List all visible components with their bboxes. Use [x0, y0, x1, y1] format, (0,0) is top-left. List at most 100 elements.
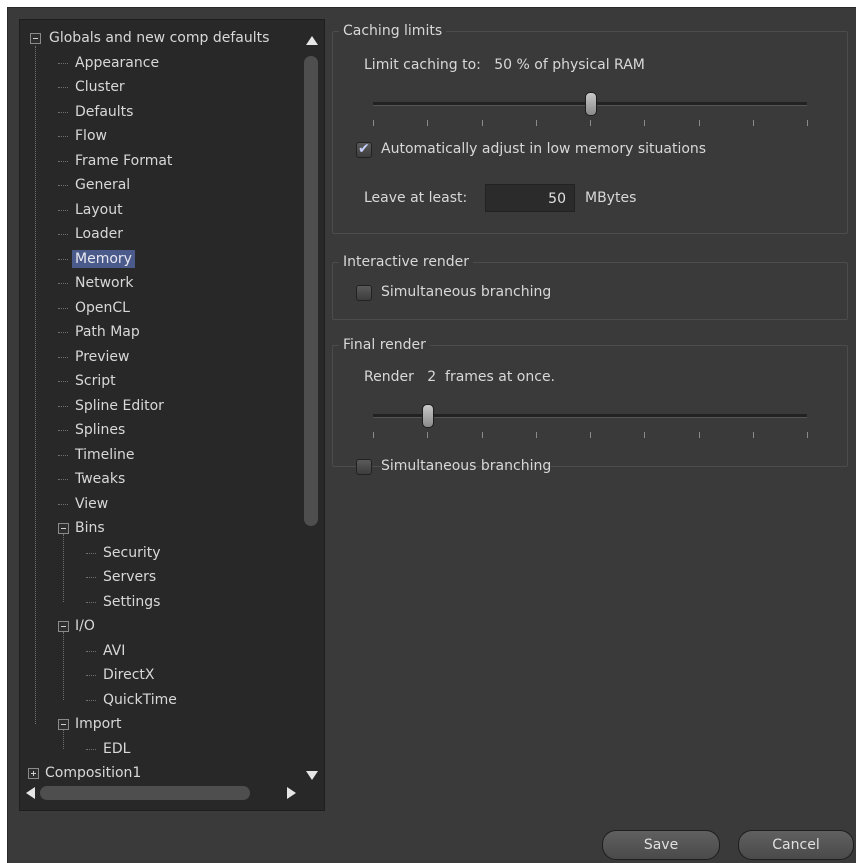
slider-tick	[373, 120, 374, 126]
tree-vertical-scrollbar[interactable]	[301, 32, 323, 782]
tree-item-splines[interactable]: Splines	[72, 419, 128, 441]
tree-item-import[interactable]: Import	[72, 713, 124, 735]
tree-item-path-map-label: Path Map	[75, 324, 140, 340]
tree-item-tweaks[interactable]: Tweaks	[72, 468, 128, 490]
vertical-scroll-thumb[interactable]	[304, 56, 318, 526]
tree-guide-line	[63, 534, 64, 602]
tree-item-flow[interactable]: Flow	[72, 125, 110, 147]
check-icon: ✔	[358, 141, 370, 157]
auto-adjust-label: Automatically adjust in low memory situa…	[381, 141, 707, 157]
tree-horizontal-scrollbar[interactable]	[22, 782, 302, 804]
tree-connector	[58, 405, 68, 407]
render-prefix: Render	[364, 369, 414, 385]
limit-caching-label: Limit caching to: 50 % of physical RAM	[364, 57, 645, 73]
tree-item-globals-label: Globals and new comp defaults	[49, 30, 270, 46]
tree-item-defaults[interactable]: Defaults	[72, 101, 136, 123]
tree-item-edl-label: EDL	[103, 740, 131, 757]
tree-connector	[58, 234, 68, 235]
tree-item-directx[interactable]: DirectX	[100, 664, 158, 686]
tree-item-quicktime[interactable]: QuickTime	[100, 689, 180, 711]
tree-item-splines-label: Splines	[75, 422, 126, 438]
collapse-icon[interactable]	[58, 523, 69, 534]
tree-item-avi[interactable]: AVI	[100, 640, 128, 662]
limit-caching-slider-thumb[interactable]	[585, 92, 597, 116]
final-render-title: Final render	[339, 335, 430, 355]
tree-connector	[58, 111, 68, 113]
interactive-render-title: Interactive render	[339, 252, 474, 272]
tree-connector	[86, 699, 96, 701]
final-branching-checkbox[interactable]	[356, 459, 372, 475]
save-button[interactable]: Save	[602, 830, 720, 860]
tree-item-network-label: Network	[75, 275, 134, 291]
tree-item-layout[interactable]: Layout	[72, 199, 126, 221]
limit-caching-prefix: Limit caching to:	[364, 57, 481, 73]
tree-item-frame-format-label: Frame Format	[75, 152, 173, 169]
caching-limits-title: Caching limits	[339, 21, 447, 41]
tree-item-servers[interactable]: Servers	[100, 566, 159, 588]
collapse-icon[interactable]	[58, 621, 69, 632]
interactive-branching-label: Simultaneous branching	[381, 284, 552, 300]
tree-item-defaults-label: Defaults	[75, 103, 134, 120]
tree-item-servers-label: Servers	[103, 569, 157, 585]
interactive-branching-checkbox[interactable]	[356, 285, 372, 301]
tree-connector	[58, 258, 68, 260]
tree-connector	[58, 185, 68, 186]
tree-item-preview-label: Preview	[75, 348, 130, 365]
render-frames-label: Render 2 frames at once.	[364, 369, 555, 385]
tree-item-network[interactable]: Network	[72, 272, 136, 294]
leave-at-least-input[interactable]: 50	[485, 184, 575, 212]
tree-item-security[interactable]: Security	[100, 542, 164, 564]
tree-item-memory[interactable]: Memory	[72, 248, 135, 270]
limit-caching-slider-ticks	[373, 120, 808, 126]
tree-item-frame-format[interactable]: Frame Format	[72, 150, 175, 172]
tree-item-path-map[interactable]: Path Map	[72, 321, 143, 343]
arrow-up-icon[interactable]	[306, 36, 318, 45]
arrow-down-icon[interactable]	[306, 771, 318, 780]
tree-item-settings[interactable]: Settings	[100, 591, 163, 613]
arrow-left-icon[interactable]	[26, 787, 35, 799]
tree-connector	[58, 307, 68, 309]
slider-tick	[590, 432, 591, 438]
collapse-icon[interactable]	[30, 33, 41, 44]
tree-connector	[58, 136, 68, 137]
tree-item-general[interactable]: General	[72, 174, 133, 196]
final-branching-label: Simultaneous branching	[381, 458, 552, 474]
horizontal-scroll-thumb[interactable]	[40, 786, 250, 800]
tree-item-composition-label: Composition1	[45, 765, 142, 781]
tree-item-composition[interactable]: Composition1	[42, 762, 144, 784]
render-frames-slider-thumb[interactable]	[422, 404, 435, 428]
tree-item-opencl[interactable]: OpenCL	[72, 297, 133, 319]
tree-item-spline-editor[interactable]: Spline Editor	[72, 395, 167, 417]
tree-item-bins-label: Bins	[75, 520, 105, 536]
tree-item-view[interactable]: View	[72, 493, 111, 515]
slider-tick	[644, 120, 645, 126]
caching-limits-group: Caching limits Limit caching to: 50 % of…	[332, 21, 848, 234]
cancel-button[interactable]: Cancel	[738, 830, 854, 860]
tree-item-io[interactable]: I/O	[72, 615, 98, 637]
tree-item-cluster-label: Cluster	[75, 79, 125, 95]
arrow-right-icon[interactable]	[287, 787, 296, 799]
tree-item-preview[interactable]: Preview	[72, 346, 133, 368]
tree-connector	[58, 332, 68, 333]
tree-item-bins[interactable]: Bins	[72, 517, 108, 539]
tree-item-cluster[interactable]: Cluster	[72, 76, 128, 98]
limit-caching-value: 50	[494, 57, 513, 73]
collapse-icon[interactable]	[58, 719, 69, 730]
auto-adjust-checkbox[interactable]: ✔	[356, 141, 372, 158]
leave-at-least-unit: MBytes	[585, 190, 637, 206]
tree-item-edl[interactable]: EDL	[100, 738, 133, 760]
expand-icon[interactable]	[28, 768, 39, 779]
tree-item-globals[interactable]: Globals and new comp defaults	[46, 27, 272, 49]
tree-connector	[58, 503, 68, 505]
tree-item-script[interactable]: Script	[72, 370, 119, 392]
slider-tick	[482, 432, 483, 438]
slider-tick	[753, 432, 754, 438]
render-frames-slider-track[interactable]	[373, 414, 807, 418]
leave-at-least-label: Leave at least:	[364, 190, 468, 206]
tree-item-tweaks-label: Tweaks	[75, 471, 126, 487]
final-render-group: Final render Render 2 frames at once. Si…	[332, 335, 848, 475]
tree-item-appearance[interactable]: Appearance	[72, 52, 162, 74]
preferences-tree[interactable]: Globals and new comp defaults Appearance C…	[19, 19, 325, 811]
tree-item-loader[interactable]: Loader	[72, 223, 126, 245]
tree-item-timeline[interactable]: Timeline	[72, 444, 138, 466]
